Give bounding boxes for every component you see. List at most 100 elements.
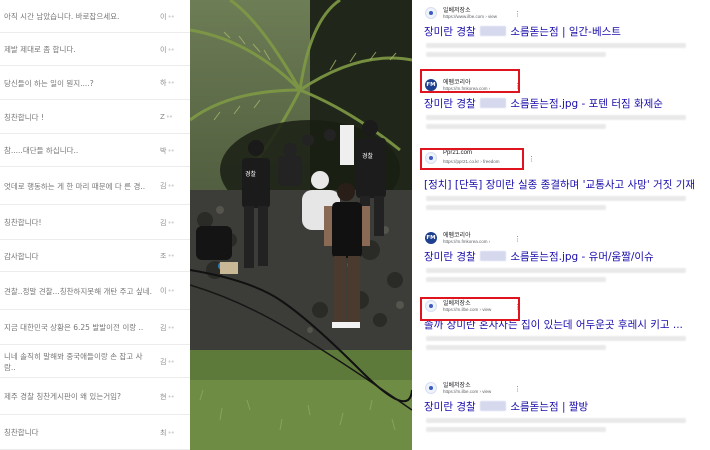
comment-text: 칭찬합니다! — [4, 218, 42, 227]
blurred-snippet — [426, 277, 606, 282]
more-options-icon[interactable]: ⋮ — [514, 11, 521, 18]
result-title-link[interactable]: 장미란 경찰 소름돋는점.jpg - 포텐 터짐 화제순 — [424, 96, 704, 111]
comment-row[interactable]: 지금 대한민국 상황은 6.25 발발이전 이랑 .. 김 •• — [0, 310, 190, 345]
author-mask: •• — [167, 392, 174, 401]
result-site-name: 에펨코리아 — [443, 233, 471, 239]
result-title-link[interactable]: 장미란 경찰 소름돋는점.jpg - 유머/움짤/이슈 — [424, 249, 704, 264]
blurred-snippet — [426, 52, 606, 57]
comment-author: 조 •• — [160, 240, 188, 272]
search-result[interactable]: FM 에펨코리아 https://m.fmkorea.com › ⋮ 장미란 경찰 소름… — [412, 228, 710, 294]
result-title-text: 소름돋는점 | 짤방 — [510, 401, 589, 413]
blurred-snippet — [426, 205, 606, 210]
more-options-icon[interactable]: ⋮ — [514, 236, 521, 243]
news-photo: 경찰 경찰 — [190, 0, 412, 450]
comment-text: 지금 대한민국 상황은 6.25 발발이전 이랑 .. — [4, 323, 144, 332]
comment-row[interactable]: 엇데로 행동하는 게 한 마리 때문에 다 른 경.. 김 •• — [0, 167, 190, 205]
redacted-name-mask — [479, 98, 506, 108]
comment-row[interactable]: 아직 시간 남았습니다. 바로잡으세요. 이 •• — [0, 0, 190, 33]
comment-text: 제발 제대로 좀 합니다. — [4, 45, 76, 54]
blurred-snippet — [426, 115, 686, 120]
more-options-icon[interactable]: ⋮ — [528, 156, 535, 163]
comment-author-initial: 하 — [160, 79, 167, 87]
author-mask: •• — [167, 357, 174, 366]
comment-list-panel: 아직 시간 남았습니다. 바로잡으세요. 이 •• 제발 제대로 좀 합니다. 이 •• 당… — [0, 0, 190, 450]
result-url[interactable]: https://m.ilbe.com › view — [443, 389, 491, 394]
result-url[interactable]: https://www.ilbe.com › view — [443, 14, 497, 19]
blurred-snippet — [426, 336, 686, 341]
blurred-snippet — [426, 345, 606, 350]
blurred-snippet — [426, 196, 686, 201]
comment-author: 최 •• — [160, 415, 188, 450]
result-title-text: 장미란 경찰 — [424, 98, 476, 110]
comment-author: 김 •• — [160, 205, 188, 240]
comment-text: 제주 경찰 칭찬게시판이 왜 있는거임? — [4, 392, 122, 401]
comment-row[interactable]: 당신들이 하는 일이 뭔지....? 하 •• — [0, 66, 190, 100]
comment-author: 김 •• — [160, 167, 188, 205]
result-site-name: 일베저장소 — [443, 383, 471, 389]
comment-author: 이 •• — [160, 33, 188, 66]
author-mask: •• — [165, 113, 173, 121]
comment-author: 김 •• — [160, 345, 188, 378]
comment-author: 김 •• — [160, 310, 188, 345]
search-results-panel: 일베저장소 https://www.ilbe.com › view ⋮ 장미란 경찰 … — [412, 0, 710, 450]
result-title-link[interactable]: 장미란 경찰 소름돋는점 | 일간-베스트 — [424, 24, 704, 39]
result-title-text: 소름돋는점.jpg - 포텐 터짐 화제순 — [510, 98, 663, 110]
author-mask: •• — [167, 146, 174, 155]
result-title-text: 소름돋는점.jpg - 유머/움짤/이슈 — [510, 251, 654, 263]
comment-author: Z •• — [160, 100, 188, 134]
result-title-link[interactable]: 장미란 경찰 소름돋는점 | 짤방 — [424, 399, 704, 414]
result-title-text: 장미란 경찰 — [424, 401, 476, 413]
highlight-box — [420, 148, 524, 170]
comment-row[interactable]: 제발 제대로 좀 합니다. 이 •• — [0, 33, 190, 66]
comment-author-initial: 김 — [160, 323, 167, 332]
svg-text:경찰: 경찰 — [245, 170, 257, 178]
blurred-snippet — [426, 124, 606, 129]
result-title-text: 소름돋는점 | 일간-베스트 — [510, 26, 621, 38]
result-title-link[interactable]: [정치] [단독] 장미란 실종 종결하며 '교통사고 사망' 거짓 기재 — [424, 177, 704, 192]
comment-row[interactable]: 견찰..정말 견찰...칭찬하지못해 개탄 주고 싶네. 이 •• — [0, 272, 190, 310]
result-title-text: 장미란 경찰 — [424, 26, 476, 38]
result-site-name: 일베저장소 — [443, 8, 471, 14]
comment-row[interactable]: 참.....대단들 하십니다.. 박 •• — [0, 134, 190, 167]
comment-author-initial: 이 — [160, 45, 167, 54]
fm-icon: FM — [425, 232, 437, 244]
comment-author-initial: 이 — [160, 287, 167, 295]
comment-author-initial: 이 — [160, 12, 167, 21]
search-result[interactable]: 일베저장소 https://www.ilbe.com › view ⋮ 장미란 경찰 … — [412, 3, 710, 69]
comment-author-initial: 현 — [160, 392, 167, 401]
author-mask: •• — [167, 323, 174, 332]
globe-icon — [425, 7, 437, 19]
comment-row[interactable]: 칭찬합니다 ! Z •• — [0, 100, 190, 134]
comment-text: 엇데로 행동하는 게 한 마리 때문에 다 른 경.. — [4, 181, 146, 191]
comment-row[interactable]: 감사합니다 조 •• — [0, 240, 190, 272]
author-mask: •• — [167, 287, 174, 295]
author-mask: •• — [167, 218, 174, 227]
comment-text: 칭찬합니다 ! — [4, 112, 44, 122]
author-mask: •• — [167, 12, 174, 21]
highlight-box — [420, 297, 520, 321]
author-mask: •• — [167, 428, 174, 437]
more-options-icon[interactable]: ⋮ — [514, 386, 521, 393]
highlight-box — [420, 69, 520, 93]
redacted-name-mask — [479, 251, 506, 261]
redacted-name-mask — [479, 26, 506, 36]
comment-author-initial: Z — [160, 113, 165, 121]
author-mask: •• — [167, 182, 174, 190]
comment-row[interactable]: 칭찬합니다! 김 •• — [0, 205, 190, 240]
comment-row[interactable]: 니네 솔직히 말해봐 중국애들이랑 손 잡고 사람.. 김 •• — [0, 345, 190, 378]
comment-row[interactable]: 제주 경찰 칭찬게시판이 왜 있는거임? 현 •• — [0, 378, 190, 415]
comment-author: 하 •• — [160, 66, 188, 100]
search-result[interactable]: 일베저장소 https://m.ilbe.com › view ⋮ 장미란 경찰 소름… — [412, 378, 710, 444]
result-title-text: [정치] [단독] 장미란 실종 종결하며 '교통사고 사망' 거짓 기재 — [424, 179, 696, 191]
comment-author: 이 •• — [160, 272, 188, 310]
blurred-snippet — [426, 268, 686, 273]
comment-row[interactable]: 칭찬합니다 최 •• — [0, 415, 190, 450]
comment-author-initial: 최 — [160, 428, 167, 437]
result-url[interactable]: https://m.fmkorea.com › — [443, 239, 490, 244]
result-title-text: 장미란 경찰 — [424, 251, 476, 263]
comment-text: 칭찬합니다 — [4, 428, 39, 437]
comment-author-initial: 조 — [160, 252, 167, 260]
comment-author: 현 •• — [160, 378, 188, 415]
redacted-name-mask — [479, 401, 506, 411]
blurred-snippet — [426, 418, 686, 423]
